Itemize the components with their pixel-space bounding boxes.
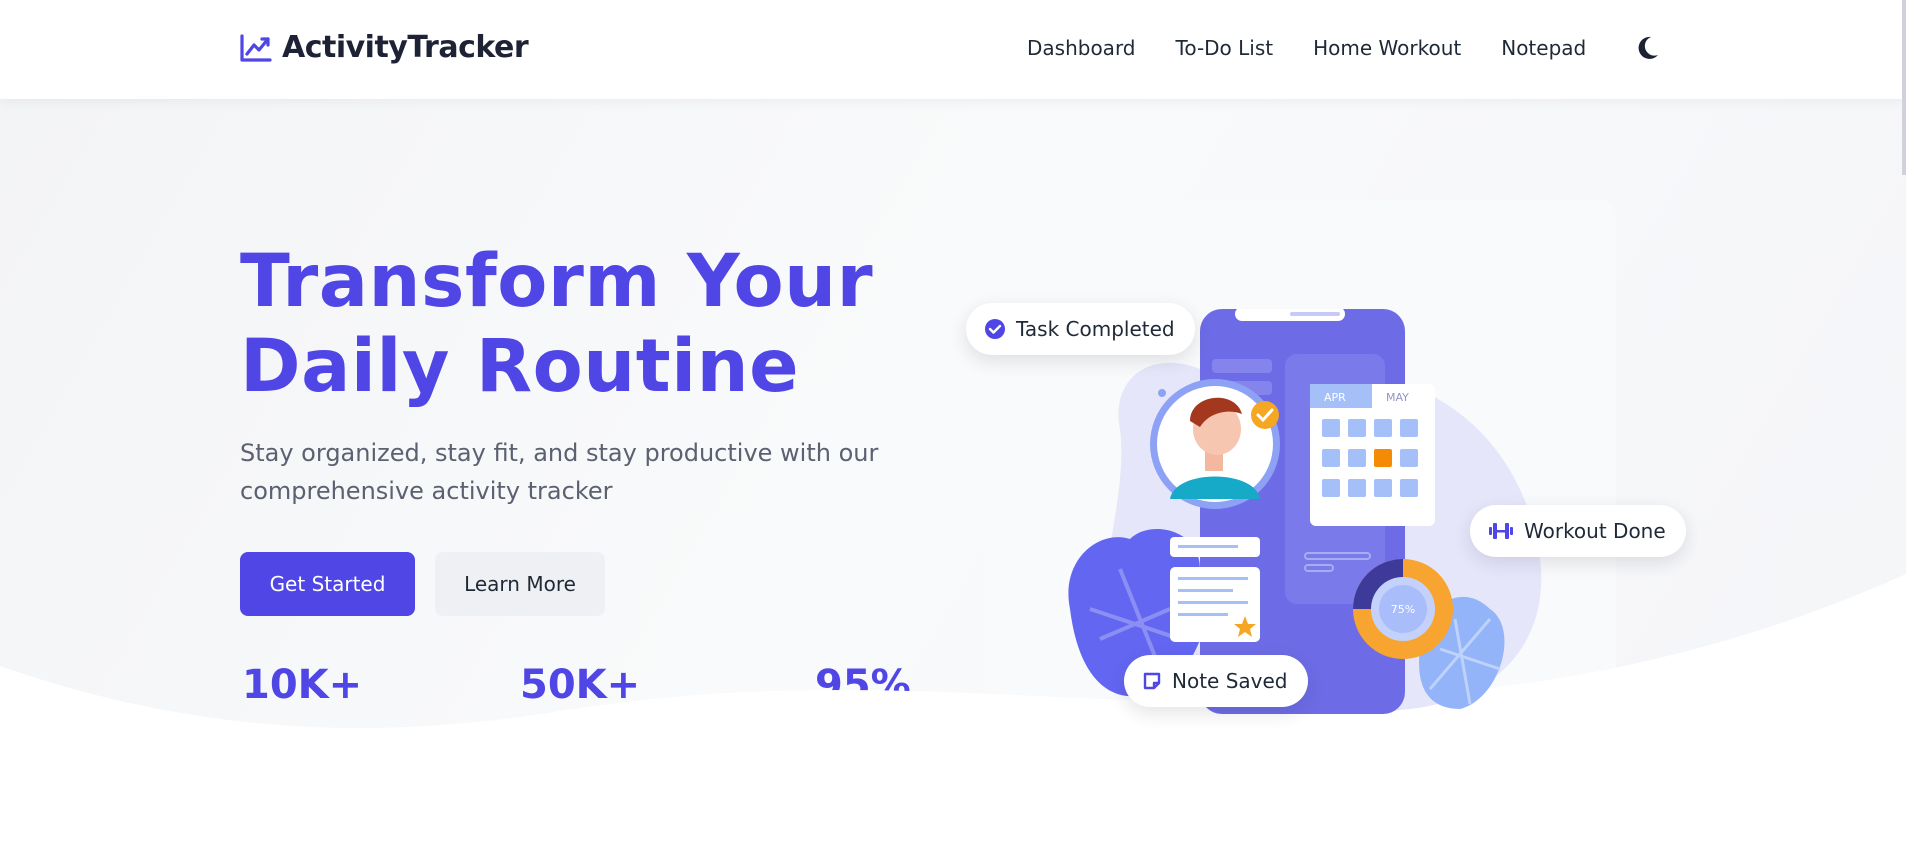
hero-title-line2: Daily Routine [240,324,800,409]
main-nav: Dashboard To-Do List Home Workout Notepa… [1027,36,1586,60]
hero-title-line1: Transform Your [240,239,874,324]
chart-line-icon [240,33,272,62]
nav-home-workout[interactable]: Home Workout [1313,36,1461,60]
sticky-note-icon [1143,672,1161,690]
scrollbar-thumb[interactable] [1902,0,1906,175]
hero-section: 10K+ 50K+ 95% Transform Your Daily Routi… [0,99,1906,854]
moon-icon [1638,36,1658,59]
theme-toggle-button[interactable] [1636,34,1660,62]
brand-logo[interactable]: ActivityTracker [240,30,529,65]
learn-more-button[interactable]: Learn More [435,552,605,616]
brand-name: ActivityTracker [282,30,529,65]
calendar-month-may: MAY [1386,391,1409,404]
nav-todo-list[interactable]: To-Do List [1176,36,1274,60]
hero-subtitle: Stay organized, stay fit, and stay produ… [240,439,879,505]
dumbbell-icon [1489,523,1513,539]
task-completed-badge: Task Completed [966,303,1195,355]
note-saved-badge: Note Saved [1124,655,1308,707]
check-circle-icon [985,319,1005,339]
top-navbar: ActivityTracker Dashboard To-Do List Hom… [0,0,1906,99]
hero-title: Transform Your Daily Routine [240,239,873,409]
task-completed-label: Task Completed [1016,317,1175,341]
nav-notepad[interactable]: Notepad [1501,36,1586,60]
get-started-button[interactable]: Get Started [240,552,415,616]
nav-dashboard[interactable]: Dashboard [1027,36,1136,60]
workout-done-label: Workout Done [1524,519,1666,543]
note-saved-label: Note Saved [1172,669,1288,693]
workout-done-badge: Workout Done [1470,505,1686,557]
calendar-month-apr: APR [1324,391,1346,404]
progress-label: 75% [1391,603,1415,616]
